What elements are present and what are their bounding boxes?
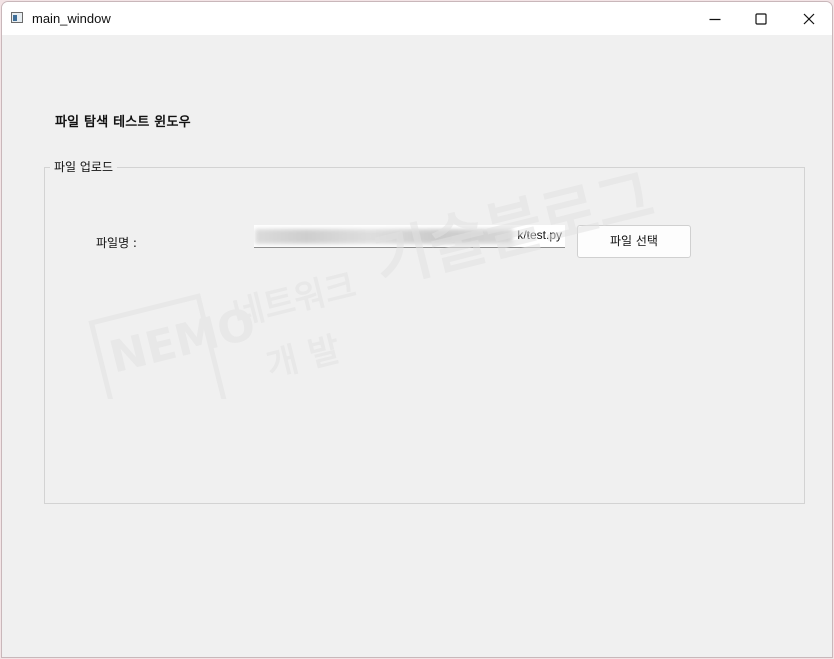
file-path-value: k/test.py <box>517 228 562 242</box>
minimize-icon <box>709 18 721 21</box>
app-window-icon <box>11 12 23 23</box>
file-name-label: 파일명 : <box>96 236 137 250</box>
main-window: main_window 파일 탐색 테스트 윈도우 파일 업로드 파일명 : k… <box>1 1 833 658</box>
upload-group-title: 파일 업로드 <box>50 158 118 175</box>
window-title: main_window <box>32 11 111 26</box>
blurred-path <box>255 229 513 244</box>
file-path-input[interactable]: k/test.py <box>254 225 565 248</box>
maximize-button[interactable] <box>738 2 784 35</box>
page-heading: 파일 탐색 테스트 윈도우 <box>55 115 191 130</box>
upload-group-box <box>44 167 805 504</box>
minimize-button[interactable] <box>692 2 738 35</box>
maximize-icon <box>755 13 767 25</box>
close-button[interactable] <box>786 2 832 35</box>
select-file-button[interactable]: 파일 선택 <box>577 225 691 258</box>
close-icon <box>803 13 815 25</box>
title-bar[interactable]: main_window <box>2 2 832 35</box>
